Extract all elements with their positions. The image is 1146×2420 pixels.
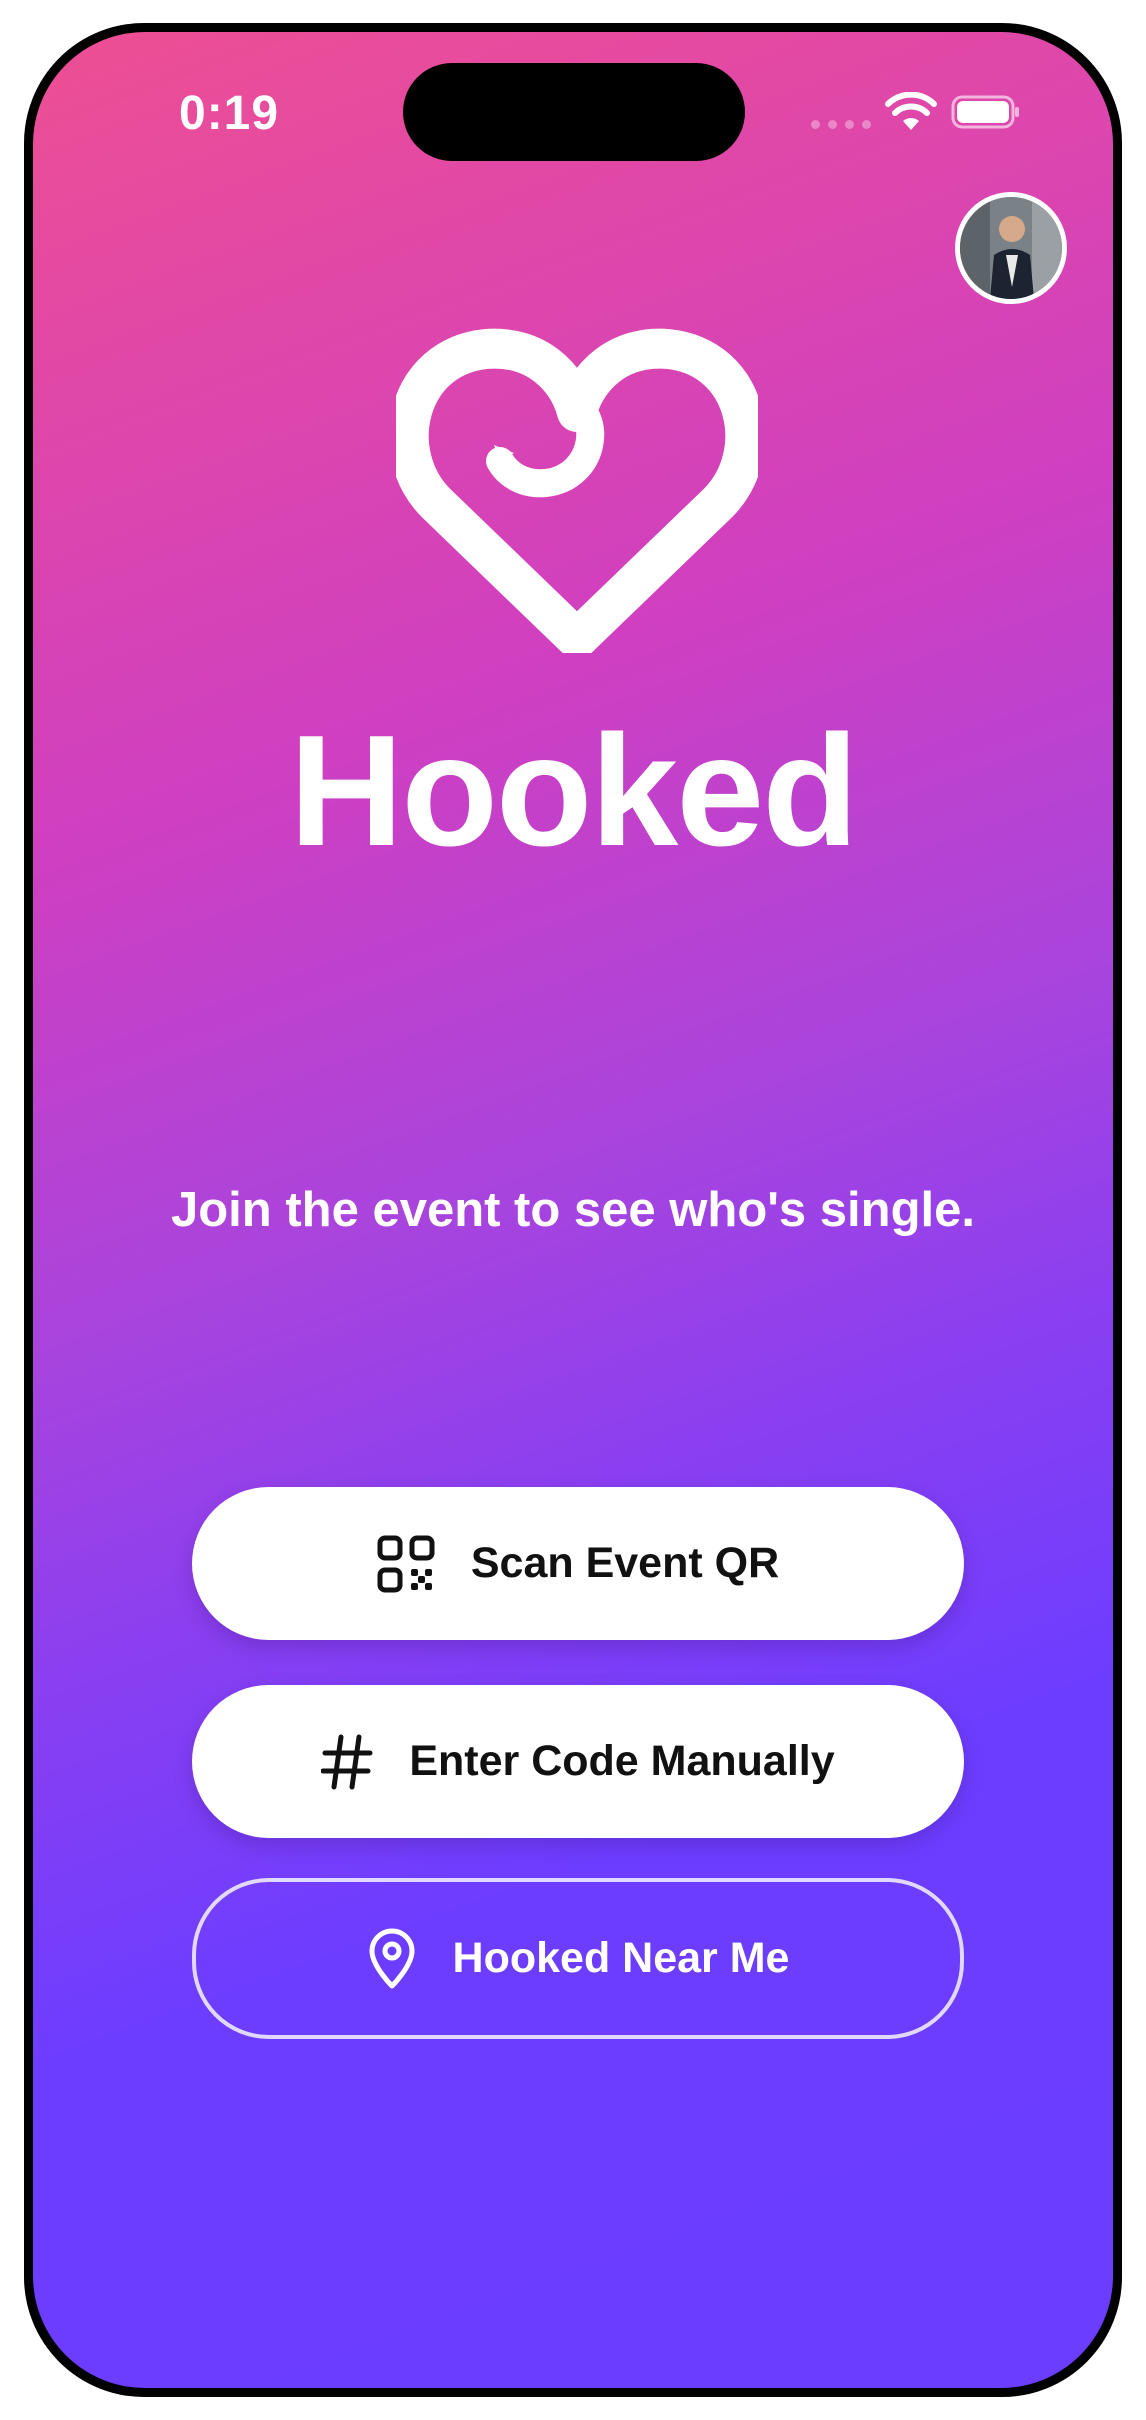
app-screen: 0:19 Hooked Join the event to see who's … bbox=[33, 32, 1113, 2388]
heart-hook-logo-icon bbox=[396, 328, 758, 653]
battery-icon bbox=[951, 95, 1019, 129]
hashtag-icon bbox=[321, 1734, 373, 1789]
cellular-signal-icon bbox=[811, 120, 871, 129]
dynamic-island bbox=[403, 63, 745, 161]
location-pin-icon bbox=[369, 1928, 415, 1988]
scan-event-qr-label: Scan Event QR bbox=[470, 1539, 780, 1587]
profile-avatar[interactable] bbox=[955, 192, 1067, 304]
avatar-photo bbox=[960, 197, 1062, 299]
enter-code-manually-label: Enter Code Manually bbox=[409, 1737, 835, 1785]
qr-code-icon bbox=[377, 1535, 435, 1592]
phone-frame: 0:19 Hooked Join the event to see who's … bbox=[24, 23, 1122, 2397]
app-title: Hooked bbox=[289, 703, 858, 879]
scan-event-qr-button[interactable]: Scan Event QR bbox=[192, 1487, 964, 1640]
status-time: 0:19 bbox=[179, 87, 280, 140]
tagline: Join the event to see who's single. bbox=[170, 1183, 975, 1237]
hooked-near-me-label: Hooked Near Me bbox=[452, 1934, 790, 1982]
hooked-near-me-button[interactable]: Hooked Near Me bbox=[192, 1878, 964, 2039]
enter-code-manually-button[interactable]: Enter Code Manually bbox=[192, 1685, 964, 1838]
wifi-icon bbox=[885, 92, 937, 130]
